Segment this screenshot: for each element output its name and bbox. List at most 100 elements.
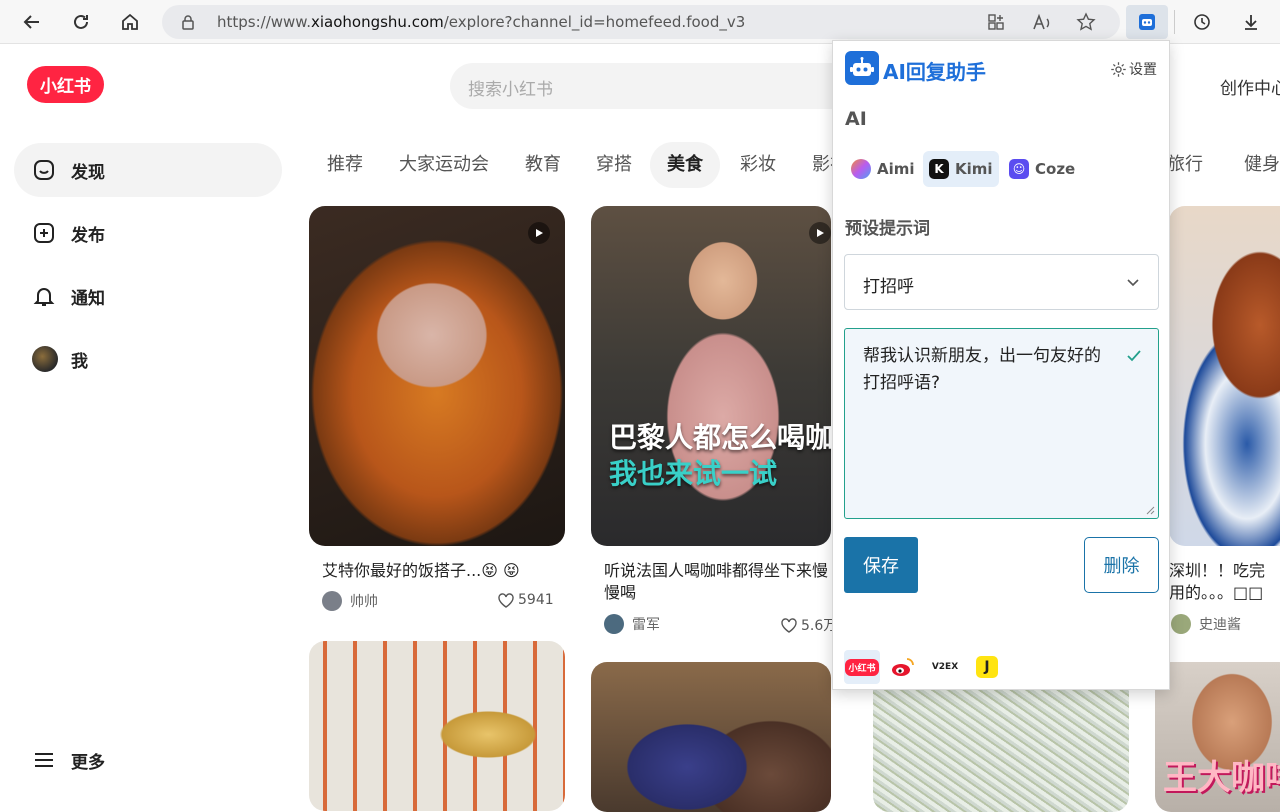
jike-logo-icon: J (976, 656, 998, 678)
heart-icon (781, 617, 797, 633)
aimi-icon (851, 159, 871, 179)
like-button[interactable]: 5.6万 (781, 615, 837, 635)
creator-center-link[interactable]: 创作中心 (1220, 74, 1280, 99)
downloads-button[interactable] (1237, 8, 1265, 36)
read-aloud-icon[interactable] (1030, 10, 1054, 34)
sidebar-more-button[interactable]: 更多 (14, 733, 282, 787)
reload-button[interactable] (67, 8, 95, 36)
tab-food[interactable]: 美食 (650, 142, 720, 188)
home-icon (122, 13, 138, 30)
card-author[interactable]: 雷军 (604, 614, 660, 634)
sidebar-item-label: 通知 (71, 288, 105, 309)
tab-fitness[interactable]: 健身 (1227, 142, 1280, 188)
settings-label: 设置 (1129, 62, 1157, 78)
chevron-down-icon (1127, 279, 1139, 287)
kimi-icon: K (929, 159, 949, 179)
toolbar-divider (1174, 10, 1175, 34)
prompt-preset-select[interactable]: 打招呼 (844, 254, 1159, 310)
card-title[interactable]: 听说法国人喝咖啡都得坐下来慢慢喝 (604, 560, 829, 604)
sidebar-more-label: 更多 (71, 752, 105, 773)
ai-section-heading: AI (845, 108, 867, 130)
video-caption-line1: 巴黎人都怎么喝咖啡 (609, 421, 831, 454)
search-input[interactable]: 搜索小红书 (450, 63, 870, 109)
card-author[interactable]: 史迪酱 (1171, 614, 1241, 634)
sidebar-item-me[interactable]: 我 (14, 332, 282, 386)
sidebar-item-publish[interactable]: 发布 (14, 206, 282, 260)
resize-handle-icon[interactable] (1146, 506, 1155, 515)
sidebar-item-label: 发布 (71, 225, 105, 246)
home-button[interactable] (116, 8, 144, 36)
lock-icon (182, 15, 194, 30)
gear-icon (1111, 61, 1126, 77)
weibo-site-button[interactable]: 微博 (885, 650, 921, 684)
app-available-icon[interactable] (984, 10, 1008, 34)
weibo-logo-icon (892, 658, 914, 676)
menu-icon (35, 753, 53, 767)
food-card-image[interactable]: 巴黎人都怎么喝咖啡 我也来试一试 (591, 206, 831, 546)
url-text: https://www.xiaohongshu.com/explore?chan… (217, 13, 746, 31)
ai-assistant-extension-button[interactable] (1126, 5, 1168, 39)
jike-site-button[interactable]: J 即刻 (969, 650, 1005, 684)
save-button[interactable]: 保存 (844, 537, 918, 593)
back-button[interactable] (18, 8, 46, 36)
card-author[interactable]: 帅帅 (322, 591, 378, 611)
card-title[interactable]: 艾特你最好的饭搭子...😝 😝 (322, 560, 557, 582)
prompt-text: 帮我认识新朋友，出一句友好的打招呼语? (863, 346, 1101, 393)
avatar (604, 614, 624, 634)
prompt-textarea[interactable]: 帮我认识新朋友，出一句友好的打招呼语? (844, 328, 1159, 519)
tab-sports[interactable]: 大家运动会 (382, 142, 506, 188)
provider-label: Kimi (955, 160, 993, 178)
tab-fashion[interactable]: 穿搭 (579, 142, 649, 188)
delete-button[interactable]: 删除 (1084, 537, 1159, 593)
robot-icon (1139, 14, 1155, 30)
avatar (1171, 614, 1191, 634)
bell-icon (33, 288, 55, 306)
browser-toolbar: https://www.xiaohongshu.com/explore?chan… (0, 0, 1280, 44)
like-count: 5941 (518, 592, 554, 608)
food-card-image[interactable] (591, 662, 831, 812)
coze-icon: ☺ (1009, 159, 1029, 179)
sidebar-item-discover[interactable]: 发现 (14, 143, 282, 197)
site-logo[interactable]: 小红书 (27, 66, 104, 103)
provider-label: Aimi (877, 160, 915, 178)
sidebar-item-label: 我 (71, 351, 88, 372)
history-button[interactable] (1188, 8, 1216, 36)
settings-button[interactable]: 设置 (1110, 59, 1157, 79)
search-placeholder: 搜索小红书 (468, 80, 553, 100)
tab-makeup[interactable]: 彩妆 (723, 142, 793, 188)
download-icon (1245, 15, 1257, 30)
back-arrow-icon (23, 15, 39, 29)
card-title[interactable]: 深圳！！吃完用的。。。□□ (1169, 560, 1280, 604)
reload-icon (74, 14, 88, 29)
play-icon (528, 222, 550, 244)
heart-icon (498, 592, 514, 608)
sidebar-item-notifications[interactable]: 通知 (14, 269, 282, 323)
check-icon (1127, 350, 1141, 362)
food-card-image[interactable] (309, 206, 565, 546)
avatar (32, 346, 58, 372)
robot-logo-icon (845, 51, 879, 85)
food-card-image[interactable] (1169, 206, 1280, 546)
ai-reply-assistant-popup: AI回复助手 设置 AI Aimi K Kimi ☺ Coze 预设提示词 打招… (832, 40, 1170, 690)
provider-kimi-button[interactable]: K Kimi (923, 151, 999, 187)
plus-square-icon (34, 223, 54, 243)
tab-education[interactable]: 教育 (508, 142, 578, 188)
discover-icon (34, 160, 54, 180)
tab-recommend[interactable]: 推荐 (310, 142, 380, 188)
video-caption: 王大咖啡 (1163, 758, 1280, 798)
like-button[interactable]: 5941 (498, 592, 554, 608)
favorite-star-icon[interactable] (1074, 10, 1098, 34)
address-bar[interactable]: https://www.xiaohongshu.com/explore?chan… (162, 5, 1120, 39)
provider-label: Coze (1035, 160, 1076, 178)
avatar (322, 591, 342, 611)
play-icon (809, 222, 831, 244)
food-card-image[interactable]: 王大咖啡 (1155, 662, 1280, 812)
popup-title: AI回复助手 (883, 60, 986, 84)
prompt-section-heading: 预设提示词 (845, 219, 930, 239)
xiaohongshu-site-button[interactable]: 小红书 (844, 650, 880, 684)
history-icon (1194, 14, 1210, 30)
food-card-image[interactable] (309, 641, 565, 811)
v2ex-site-button[interactable]: V2EX (927, 650, 963, 684)
provider-coze-button[interactable]: ☺ Coze (1003, 151, 1081, 187)
provider-aimi-button[interactable]: Aimi (845, 151, 921, 187)
